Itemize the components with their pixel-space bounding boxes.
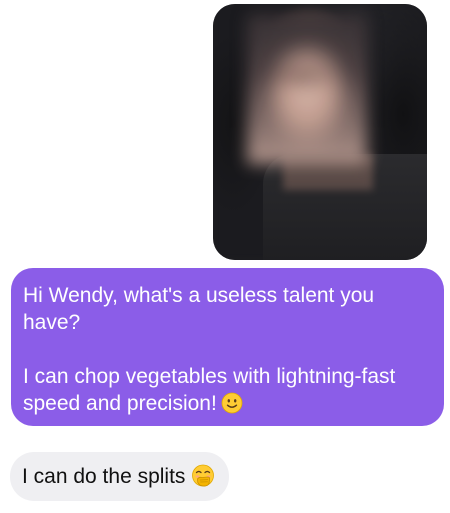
received-message-text: I can do the splits	[22, 465, 186, 488]
sent-message-line2: I can chop vegetables with lightning-fas…	[23, 363, 428, 417]
sent-message-line2-text: I can chop vegetables with lightning-fas…	[23, 365, 396, 415]
received-message-bubble[interactable]: I can do the splits	[10, 452, 230, 501]
sent-message-line1: Hi Wendy, what's a useless talent you ha…	[23, 284, 375, 334]
slightly-smiling-face-icon	[221, 392, 243, 414]
sent-message-bubble[interactable]: Hi Wendy, what's a useless talent you ha…	[11, 268, 444, 426]
photo-face-blur	[247, 14, 367, 164]
photo-message[interactable]	[213, 4, 427, 260]
face-with-hand-over-mouth-icon	[192, 464, 215, 487]
